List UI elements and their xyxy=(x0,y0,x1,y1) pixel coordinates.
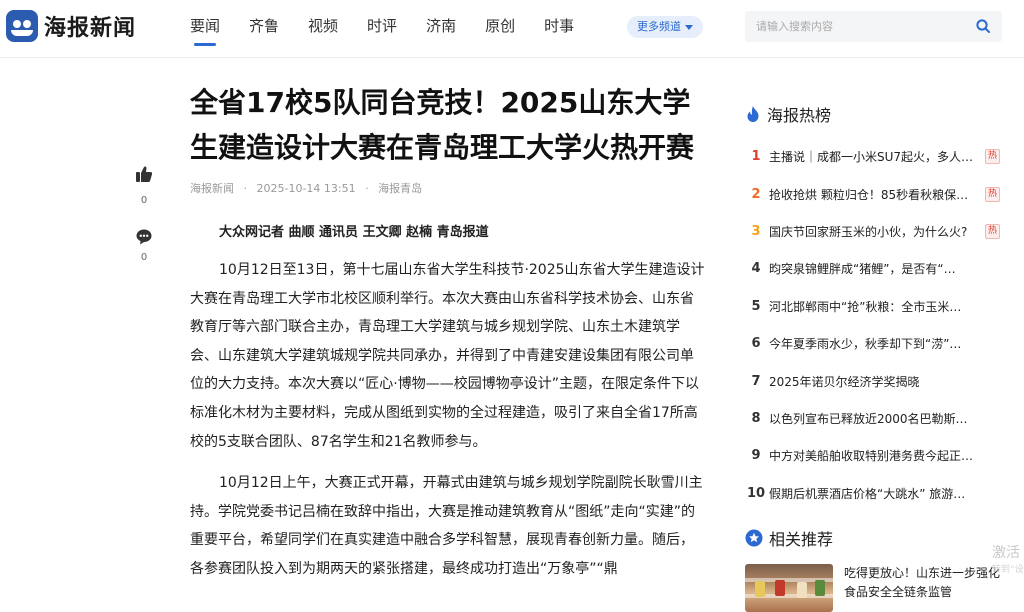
like-button[interactable] xyxy=(133,165,155,187)
hot-rank: 4 xyxy=(751,261,761,277)
meta-time: 2025-10-14 13:51 xyxy=(256,182,356,195)
hot-list: 1 主播说｜成都一小米SU7起火，多人… 热 2 抢收抢烘 颗粒归仓！85秒看秋… xyxy=(745,138,1005,512)
article-meta: 海报新闻 · 2025-10-14 13:51 · 海报青岛 xyxy=(190,182,423,195)
article: 全省17校5队同台竞技！2025山东大学生建造设计大赛在青岛理工大学火热开赛 海… xyxy=(190,80,705,584)
flame-icon xyxy=(747,106,759,122)
hot-title[interactable]: 抢收抢烘 颗粒归仓！85秒看秋粮保… xyxy=(767,186,979,203)
hot-rank: 6 xyxy=(751,336,761,352)
sidebar: 海报热榜 1 主播说｜成都一小米SU7起火，多人… 热 2 抢收抢烘 颗粒归仓！… xyxy=(745,100,1005,612)
logo-icon xyxy=(6,10,38,42)
article-actions: 0 0 xyxy=(133,165,155,263)
activation-watermark-sub: 转到“设 xyxy=(992,565,1024,575)
hot-title[interactable]: 主播说｜成都一小米SU7起火，多人… xyxy=(767,148,979,165)
nav-item-shipin[interactable]: 视频 xyxy=(308,0,338,52)
article-paragraph: 10月12日至13日，第十七届山东省大学生科技节·2025山东省大学生建造设计大… xyxy=(190,262,705,450)
hot-rank: 10 xyxy=(746,485,766,501)
recommend-title: 相关推荐 xyxy=(769,529,834,549)
hot-rank: 8 xyxy=(751,410,761,426)
hot-title[interactable]: 昀突泉锦鲤胖成“猪鲤”，是否有“… xyxy=(767,260,979,277)
hot-rank: 9 xyxy=(751,448,761,464)
search-input[interactable] xyxy=(745,11,965,42)
nav-item-shiping[interactable]: 时评 xyxy=(367,0,397,52)
list-item[interactable]: 10 假期后机票酒店价格“大跳水” 旅游… xyxy=(745,475,1005,512)
hot-badge: 热 xyxy=(985,149,1001,165)
site-logo[interactable]: 海报新闻 xyxy=(6,10,136,42)
hot-list-header: 海报热榜 xyxy=(745,100,1005,128)
hot-title[interactable]: 以色列宣布已释放近2000名巴勒斯坦… xyxy=(767,410,979,427)
hot-title[interactable]: 河北邯郸雨中“抢”秋粮：全市玉米… xyxy=(767,298,979,315)
hot-badge: 热 xyxy=(985,223,1001,239)
top-header: 海报新闻 要闻 齐鲁 视频 时评 济南 原创 时事 更多频道 xyxy=(0,0,1024,58)
hot-rank: 3 xyxy=(751,223,761,239)
list-item[interactable]: 9 中方对美船舶收取特别港务费今起正… xyxy=(745,437,1005,474)
star-badge-icon xyxy=(745,529,763,547)
logo-text: 海报新闻 xyxy=(44,16,137,41)
article-paragraph: 10月12日上午，大赛正式开幕，开幕式由建筑与城乡规划学院副院长耿雪川主持。学院… xyxy=(190,475,703,577)
hot-rank: 1 xyxy=(751,149,761,165)
nav-item-qilu[interactable]: 齐鲁 xyxy=(249,0,279,52)
hot-title[interactable]: 今年夏季雨水少，秋季却下到“涝”… xyxy=(767,335,979,352)
hot-list-title: 海报热榜 xyxy=(767,106,832,125)
nav-item-yuanchuang[interactable]: 原创 xyxy=(485,0,515,52)
list-item[interactable]: 2 抢收抢烘 颗粒归仓！85秒看秋粮保… 热 xyxy=(745,175,1005,212)
article-title: 全省17校5队同台竞技！2025山东大学生建造设计大赛在青岛理工大学火热开赛 xyxy=(190,86,695,164)
recommend-item-title[interactable]: 吃得更放心！山东进一步强化食品安全全链条监管 xyxy=(844,564,1004,612)
article-byline: 大众网记者 曲顺 通讯员 王文卿 赵楠 青岛报道 xyxy=(219,225,489,240)
comment-button[interactable] xyxy=(133,228,155,250)
comment-icon xyxy=(136,229,152,245)
thumbs-up-icon xyxy=(136,166,153,182)
search-box xyxy=(745,11,1002,42)
hot-badge: 热 xyxy=(985,186,1001,202)
comment-count: 0 xyxy=(140,252,148,263)
activation-watermark: 激活 xyxy=(992,545,1020,561)
list-item[interactable]: 7 2025年诺贝尔经济学奖揭晓 xyxy=(745,362,1005,399)
nav-item-shishi[interactable]: 时事 xyxy=(544,0,574,52)
list-item[interactable]: 3 国庆节回家掰玉米的小伙，为什么火? 热 xyxy=(745,213,1005,250)
nav-item-yaowen[interactable]: 要闻 xyxy=(190,0,220,52)
meta-channel[interactable]: 海报青岛 xyxy=(378,182,422,195)
caret-down-icon xyxy=(685,24,693,30)
hot-title[interactable]: 假期后机票酒店价格“大跳水” 旅游… xyxy=(767,485,979,502)
search-icon[interactable] xyxy=(976,19,990,33)
recommend-thumbnail[interactable] xyxy=(745,563,833,612)
hot-rank: 2 xyxy=(751,186,761,202)
like-count: 0 xyxy=(140,195,148,206)
hot-title[interactable]: 中方对美船舶收取特别港务费今起正… xyxy=(767,447,979,464)
meta-source[interactable]: 海报新闻 xyxy=(190,182,234,195)
main-nav: 要闻 齐鲁 视频 时评 济南 原创 时事 xyxy=(190,0,603,52)
more-channels-button[interactable]: 更多频道 xyxy=(627,16,703,38)
list-item[interactable]: 6 今年夏季雨水少，秋季却下到“涝”… xyxy=(745,325,1005,362)
list-item[interactable]: 1 主播说｜成都一小米SU7起火，多人… 热 xyxy=(745,138,1005,175)
hot-title[interactable]: 2025年诺贝尔经济学奖揭晓 xyxy=(767,373,979,390)
hot-rank: 5 xyxy=(751,298,761,314)
more-channels-label: 更多频道 xyxy=(637,20,681,33)
hot-rank: 7 xyxy=(751,373,761,389)
recommend-header: 相关推荐 xyxy=(745,524,1005,552)
list-item[interactable]: 8 以色列宣布已释放近2000名巴勒斯坦… xyxy=(745,400,1005,437)
recommend-item[interactable]: 吃得更放心！山东进一步强化食品安全全链条监管 xyxy=(745,563,1005,612)
list-item[interactable]: 5 河北邯郸雨中“抢”秋粮：全市玉米… xyxy=(745,288,1005,325)
nav-item-jinan[interactable]: 济南 xyxy=(426,0,456,52)
hot-title[interactable]: 国庆节回家掰玉米的小伙，为什么火? xyxy=(767,223,979,240)
list-item[interactable]: 4 昀突泉锦鲤胖成“猪鲤”，是否有“… xyxy=(745,250,1005,287)
